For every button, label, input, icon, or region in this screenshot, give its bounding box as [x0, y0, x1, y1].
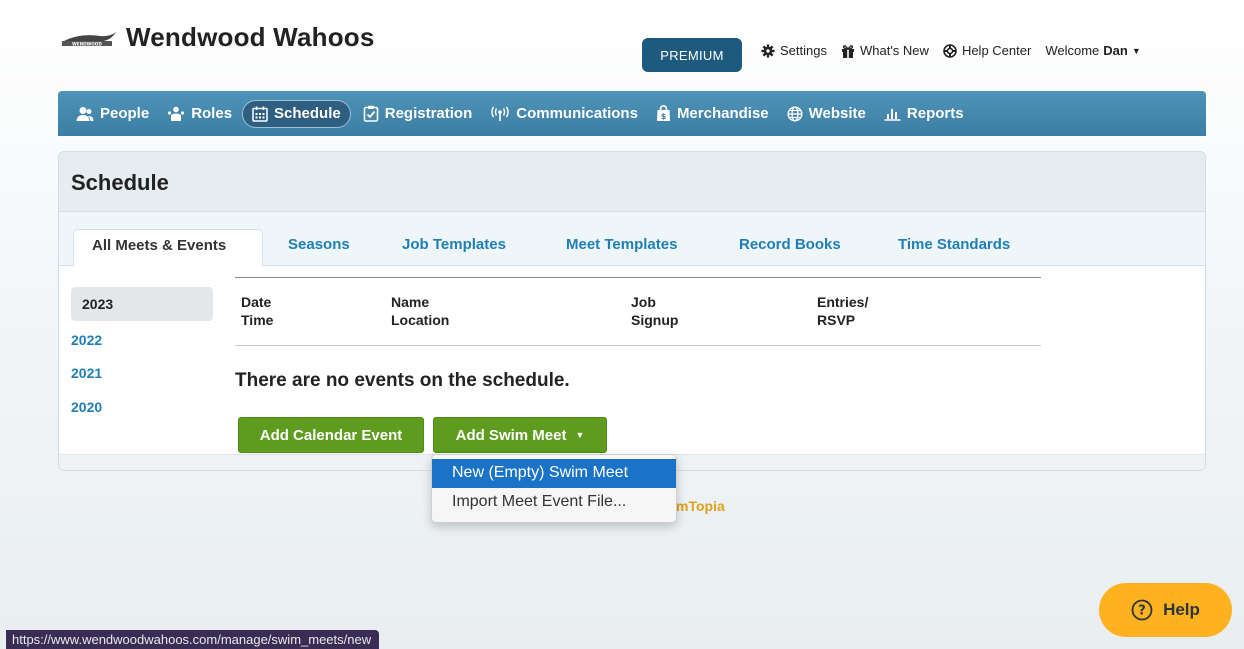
tab-all-meets-events[interactable]: All Meets & Events [73, 229, 263, 267]
column-label-entries: Entries/ [817, 294, 869, 310]
clipboard-icon [363, 105, 379, 122]
premium-button[interactable]: PREMIUM [642, 38, 742, 72]
site-header: WENDWOOD Wendwood Wahoos PREMIUM Setting… [58, 10, 1206, 82]
page-title: Schedule [71, 170, 169, 195]
tab-record-books[interactable]: Record Books [739, 236, 841, 253]
column-header-date-time[interactable]: Date Time [241, 293, 273, 329]
column-label-rsvp: RSVP [817, 312, 856, 328]
column-label-location: Location [391, 312, 450, 328]
broadcast-icon [491, 105, 509, 121]
settings-link[interactable]: Settings [761, 43, 827, 58]
add-calendar-event-button[interactable]: Add Calendar Event [238, 417, 424, 453]
gift-icon [841, 44, 854, 58]
life-ring-icon [943, 43, 957, 58]
help-button[interactable]: ? Help [1099, 583, 1232, 637]
nav-item-reports[interactable]: Reports [882, 100, 966, 128]
user-menu[interactable]: Welcome Dan ▼ [1045, 43, 1140, 58]
brand[interactable]: WENDWOOD Wendwood Wahoos [60, 22, 375, 53]
svg-text:$: $ [661, 112, 667, 121]
nav-label: Registration [384, 105, 473, 122]
nav-label: People [100, 105, 150, 122]
schedule-panel: Schedule All Meets & Events Seasons Job … [58, 151, 1206, 471]
bar-chart-icon [884, 109, 901, 121]
nav-label: Reports [906, 105, 964, 122]
team-logo-icon: WENDWOOD [62, 31, 116, 46]
powered-by-logo-text[interactable]: mTopia [676, 498, 725, 514]
question-circle-icon: ? [1131, 599, 1153, 621]
column-label-job: Job [631, 294, 656, 310]
people-icon [76, 106, 94, 121]
nav-label: Roles [191, 105, 233, 122]
main-nav: People Roles Schedule Registration Commu… [58, 91, 1206, 136]
column-label-date: Date [241, 294, 272, 310]
whats-new-label: What's New [859, 43, 929, 58]
nav-item-schedule[interactable]: Schedule [242, 99, 351, 128]
settings-label: Settings [780, 43, 827, 58]
welcome-label: Welcome [1045, 43, 1100, 58]
globe-icon [787, 105, 803, 122]
add-swim-meet-menu: New (Empty) Swim Meet Import Meet Event … [431, 454, 677, 523]
tab-job-templates[interactable]: Job Templates [402, 236, 506, 253]
caret-down-icon: ▼ [1131, 45, 1141, 56]
tab-meet-templates[interactable]: Meet Templates [566, 236, 677, 253]
nav-item-merchandise[interactable]: $ Merchandise [654, 100, 771, 128]
add-calendar-event-label: Add Calendar Event [259, 426, 403, 444]
user-name: Dan [1103, 43, 1128, 58]
nav-item-registration[interactable]: Registration [361, 100, 475, 128]
nav-item-people[interactable]: People [74, 100, 151, 128]
help-center-link[interactable]: Help Center [943, 43, 1031, 58]
column-label-time: Time [241, 312, 274, 328]
tab-seasons[interactable]: Seasons [288, 236, 350, 253]
column-header-name-location[interactable]: Name Location [391, 293, 449, 329]
nav-item-website[interactable]: Website [785, 100, 868, 128]
roles-icon [168, 106, 185, 121]
top-links: Settings What's New Help Center Welcome … [761, 43, 1155, 58]
year-2020[interactable]: 2020 [71, 399, 102, 415]
nav-item-roles[interactable]: Roles [165, 100, 234, 128]
year-2021[interactable]: 2021 [71, 365, 102, 381]
year-2022[interactable]: 2022 [71, 332, 102, 348]
svg-text:WENDWOOD: WENDWOOD [72, 41, 102, 46]
nav-label: Communications [516, 105, 638, 122]
nav-item-communications[interactable]: Communications [488, 100, 640, 128]
whats-new-link[interactable]: What's New [841, 43, 929, 58]
status-bar-url: https://www.wendwoodwahoos.com/manage/sw… [6, 630, 380, 649]
empty-schedule-message: There are no events on the schedule. [235, 370, 570, 391]
shopping-bag-icon: $ [656, 105, 670, 121]
menu-item-new-empty-swim-meet[interactable]: New (Empty) Swim Meet [432, 459, 676, 488]
nav-label: Website [808, 105, 866, 122]
tab-time-standards[interactable]: Time Standards [898, 236, 1010, 253]
caret-down-icon: ▼ [575, 430, 585, 440]
column-header-entries-rsvp[interactable]: Entries/ RSVP [817, 293, 868, 329]
svg-text:?: ? [1138, 604, 1146, 619]
help-button-label: Help [1163, 600, 1200, 619]
nav-label: Schedule [274, 105, 341, 122]
add-swim-meet-button[interactable]: Add Swim Meet ▼ [433, 417, 607, 453]
table-header-rule [235, 345, 1041, 346]
add-swim-meet-label: Add Swim Meet [455, 426, 567, 444]
gear-icon [761, 44, 775, 57]
nav-label: Merchandise [676, 105, 769, 122]
brand-title: Wendwood Wahoos [126, 22, 375, 52]
panel-header: Schedule [59, 152, 1205, 212]
menu-item-import-meet-event-file[interactable]: Import Meet Event File... [432, 488, 676, 517]
calendar-icon [252, 106, 268, 122]
table-top-rule [235, 277, 1041, 278]
column-label-name: Name [391, 294, 430, 310]
column-header-job-signup[interactable]: Job Signup [631, 293, 678, 329]
tab-bar: All Meets & Events Seasons Job Templates… [59, 212, 1205, 267]
column-label-signup: Signup [631, 312, 679, 328]
year-2023[interactable]: 2023 [71, 287, 213, 321]
help-center-label: Help Center [961, 43, 1032, 58]
